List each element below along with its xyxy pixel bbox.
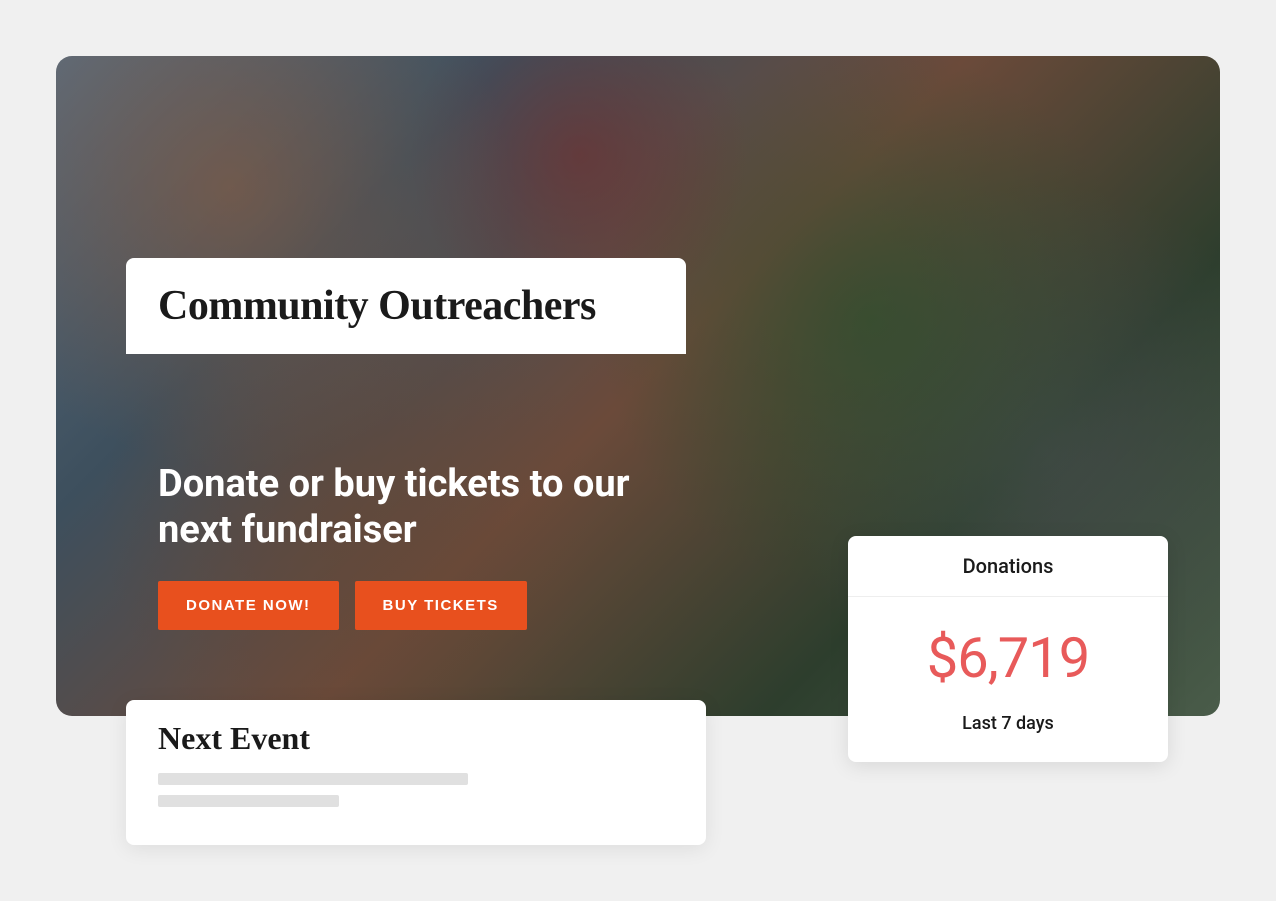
donate-button[interactable]: DONATE NOW!	[158, 581, 339, 630]
donations-header: Donations	[848, 536, 1168, 597]
next-event-title: Next Event	[158, 720, 674, 757]
donations-amount: $6,719	[848, 597, 1168, 705]
page-container: Community Outreachers Donate or buy tick…	[24, 24, 1252, 877]
cta-button-row: DONATE NOW! BUY TICKETS	[158, 581, 678, 630]
skeleton-placeholder	[158, 795, 339, 807]
next-event-card: Next Event	[126, 700, 706, 845]
buy-tickets-button[interactable]: BUY TICKETS	[355, 581, 527, 630]
brand-card: Community Outreachers	[126, 258, 686, 354]
donations-period: Last 7 days	[848, 705, 1168, 762]
brand-title: Community Outreachers	[158, 282, 654, 330]
donations-card: Donations $6,719 Last 7 days	[848, 536, 1168, 762]
cta-section: Donate or buy tickets to our next fundra…	[158, 462, 678, 630]
skeleton-placeholder	[158, 773, 468, 785]
cta-headline: Donate or buy tickets to our next fundra…	[158, 462, 678, 553]
